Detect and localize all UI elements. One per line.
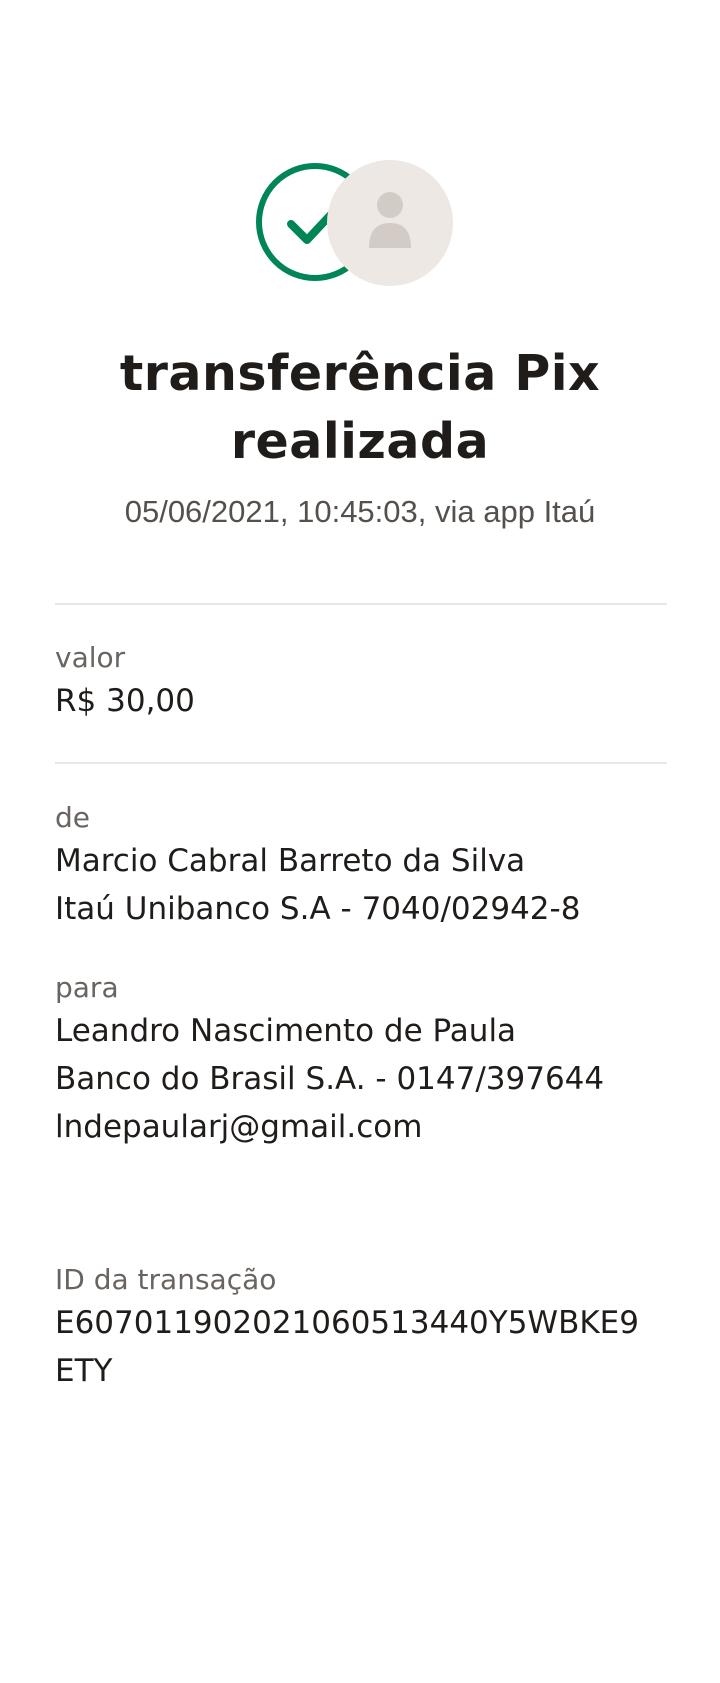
transfer-datetime: 05/06/2021, 10:45:03, via app Itaú [124,494,596,529]
recipient-name: Leandro Nascimento de Paula [55,1013,517,1049]
page-title: transferência Pix realizada [0,340,720,476]
transaction-id-line-1: E607011902021060513440Y5WBKE9 [55,1305,639,1341]
sender-label: de [55,801,90,834]
page-title-line-1: transferência Pix [119,345,601,402]
status-hero [0,160,720,290]
recipient-pix-key: lndepaularj@gmail.com [55,1109,423,1145]
recipient-avatar [327,160,453,286]
transaction-id-line-2: ETY [55,1353,113,1389]
sender-bank-account: Itaú Unibanco S.A - 7040/02942-8 [55,891,581,927]
divider [55,762,667,764]
recipient-label: para [55,971,119,1004]
page-title-line-2: realizada [230,413,490,470]
recipient-bank-account: Banco do Brasil S.A. - 0147/397644 [55,1061,605,1097]
user-avatar-icon [369,192,411,248]
transaction-id-label: ID da transação [55,1263,277,1296]
sender-name: Marcio Cabral Barreto da Silva [55,843,526,879]
amount-value: R$ 30,00 [55,683,195,719]
amount-label: valor [55,641,126,674]
divider [55,603,667,605]
